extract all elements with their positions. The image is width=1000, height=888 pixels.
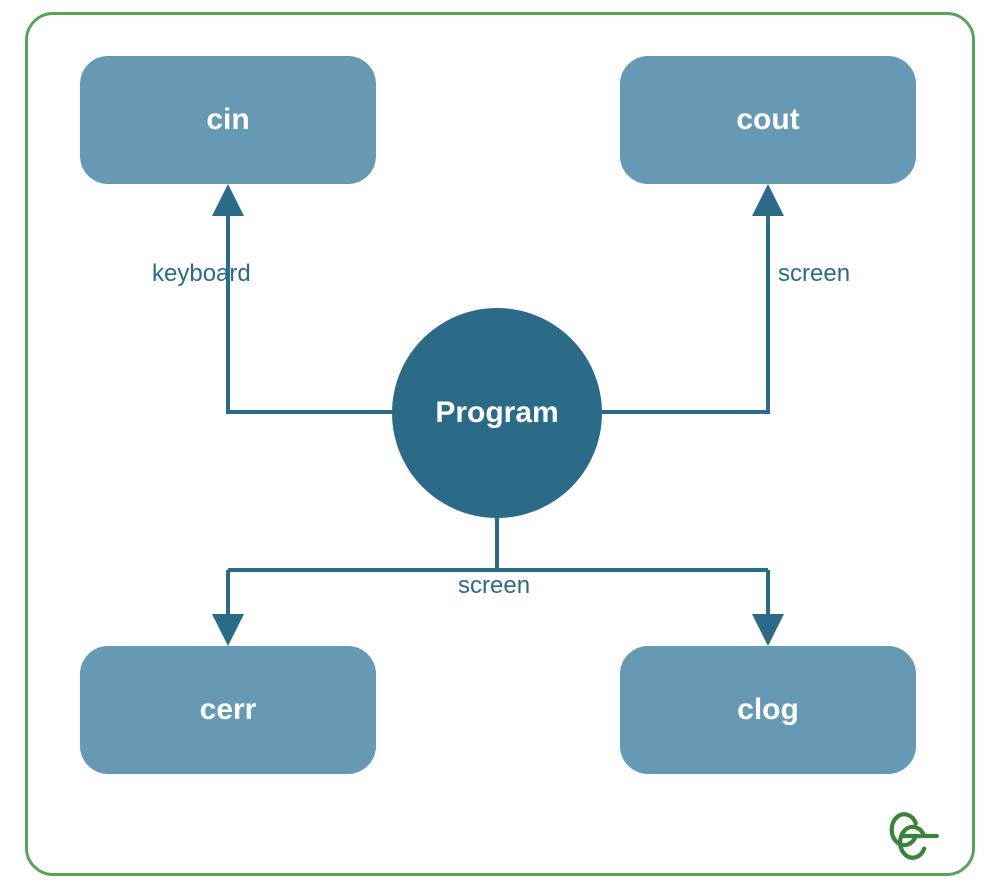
node-cerr: cerr	[80, 646, 376, 774]
node-cerr-label: cerr	[200, 693, 257, 727]
node-clog-label: clog	[737, 693, 799, 727]
edge-label-screen-top: screen	[778, 260, 850, 288]
node-clog: clog	[620, 646, 916, 774]
node-cout-label: cout	[736, 103, 799, 137]
node-cout: cout	[620, 56, 916, 184]
node-program: Program	[392, 308, 602, 518]
edge-label-keyboard: keyboard	[152, 260, 251, 288]
edge-label-screen-bottom: screen	[458, 572, 530, 600]
node-cin-label: cin	[206, 103, 249, 137]
gfg-logo-icon	[885, 812, 955, 860]
node-program-label: Program	[435, 396, 558, 430]
node-cin: cin	[80, 56, 376, 184]
